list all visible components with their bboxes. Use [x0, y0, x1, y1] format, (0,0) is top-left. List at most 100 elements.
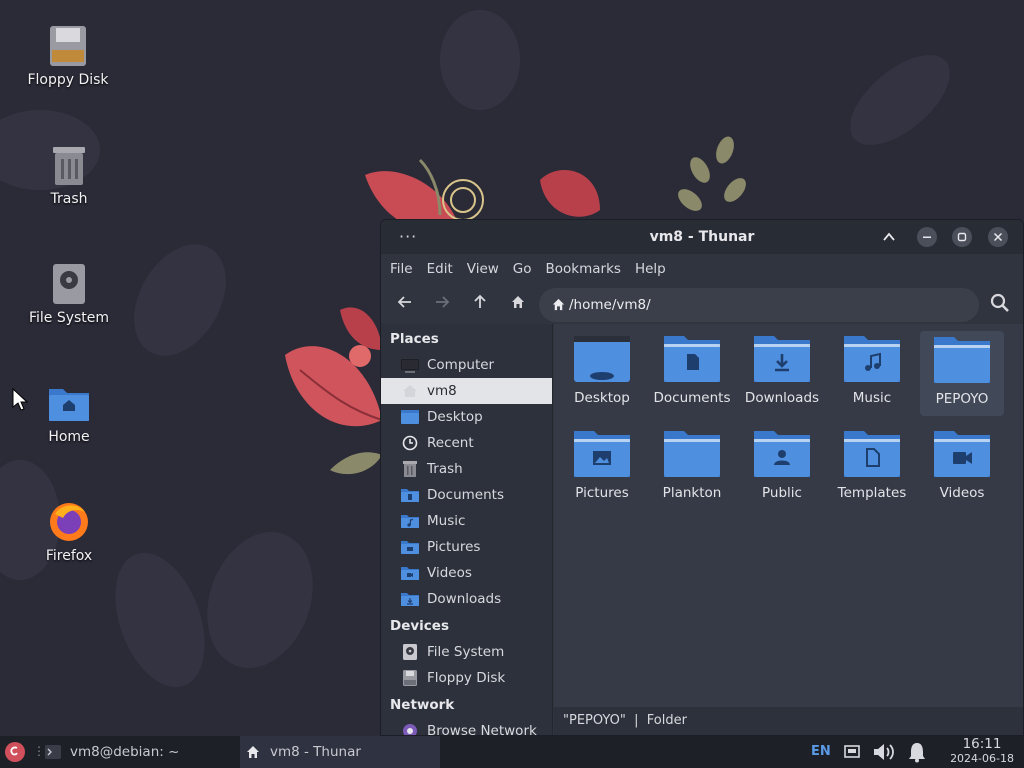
folder-documents[interactable]: Documents	[650, 324, 734, 416]
sidebar-item-label: Browse Network	[427, 723, 537, 736]
taskbar-item-label: vm8 - Thunar	[270, 744, 361, 760]
public-folder-icon	[753, 427, 811, 479]
sidebar-item-pictures[interactable]: Pictures	[381, 534, 552, 560]
forward-button[interactable]	[431, 294, 453, 316]
volume-control[interactable]	[872, 741, 898, 767]
desktop-icon-firefox[interactable]: Firefox	[19, 500, 119, 564]
desktop-icon-trash[interactable]: Trash	[19, 143, 119, 207]
sidebar-item-label: Trash	[427, 461, 463, 477]
file-label: Public	[762, 485, 802, 501]
sidebar-item-vm8[interactable]: vm8	[381, 378, 552, 404]
folder-desktop[interactable]: Desktop	[560, 324, 644, 416]
search-icon	[990, 293, 1009, 312]
documents-folder-icon	[663, 332, 721, 384]
folder-downloads[interactable]: Downloads	[740, 324, 824, 416]
desktop-icon-label: Floppy Disk	[27, 72, 109, 88]
folder-videos[interactable]: Videos	[920, 419, 1004, 511]
menu-view[interactable]: View	[467, 261, 499, 277]
parent-folder-button[interactable]	[469, 294, 491, 316]
network-indicator[interactable]	[843, 743, 861, 765]
maximize-icon	[957, 232, 967, 242]
status-bar: "PEPOYO" | Folder	[554, 707, 1023, 735]
home-icon	[512, 296, 524, 308]
menu-help[interactable]: Help	[635, 261, 666, 277]
mouse-cursor-icon	[12, 388, 28, 411]
arrow-right-icon	[436, 296, 450, 308]
sidebar-item-label: Recent	[427, 435, 474, 451]
clock[interactable]: 16:11 2024-06-18	[950, 737, 1014, 766]
menu-file[interactable]: File	[390, 261, 413, 277]
sidebar: Places Computer vm8 Desktop Recent Trash…	[381, 324, 553, 736]
bell-icon	[909, 743, 925, 763]
sidebar-item-videos[interactable]: Videos	[381, 560, 552, 586]
sidebar-item-floppy-disk[interactable]: Floppy Disk	[381, 665, 552, 691]
sidebar-item-label: Documents	[427, 487, 504, 503]
folder-icon	[933, 333, 991, 385]
sidebar-item-desktop[interactable]: Desktop	[381, 404, 552, 430]
minimize-button[interactable]	[917, 227, 937, 247]
home-button[interactable]	[507, 294, 529, 316]
folder-plankton[interactable]: Plankton	[650, 419, 734, 511]
terminal-icon	[45, 745, 61, 759]
taskbar-item-label: vm8@debian: ~	[70, 744, 180, 760]
downloads-folder-icon	[400, 590, 420, 608]
debian-menu-button[interactable]	[4, 741, 26, 767]
desktop-icon-file-system[interactable]: File System	[19, 262, 119, 326]
desktop-folder-icon	[573, 332, 631, 384]
sidebar-header-devices: Devices	[390, 618, 449, 634]
sidebar-item-recent[interactable]: Recent	[381, 430, 552, 456]
file-label: Pictures	[575, 485, 629, 501]
sidebar-item-label: Videos	[427, 565, 472, 581]
back-button[interactable]	[394, 294, 416, 316]
file-view[interactable]: Desktop Documents Downloads Music PEPOYO	[554, 324, 1023, 707]
sidebar-item-music[interactable]: Music	[381, 508, 552, 534]
sidebar-header-places: Places	[390, 331, 439, 347]
menu-go[interactable]: Go	[513, 261, 532, 277]
sidebar-item-browse-network[interactable]: Browse Network	[381, 718, 552, 736]
sidebar-item-label: vm8	[427, 383, 457, 399]
file-label: PEPOYO	[935, 391, 989, 407]
folder-pepoyo[interactable]: PEPOYO	[920, 331, 1004, 416]
sidebar-item-documents[interactable]: Documents	[381, 482, 552, 508]
sidebar-item-trash[interactable]: Trash	[381, 456, 552, 482]
keyboard-layout-indicator[interactable]: EN	[811, 744, 831, 759]
sidebar-item-downloads[interactable]: Downloads	[381, 586, 552, 612]
folder-templates[interactable]: Templates	[830, 419, 914, 511]
close-button[interactable]	[988, 227, 1008, 247]
clock-date: 2024-06-18	[950, 752, 1014, 765]
folder-icon	[663, 427, 721, 479]
downloads-folder-icon	[753, 332, 811, 384]
templates-folder-icon	[843, 427, 901, 479]
sidebar-item-label: File System	[427, 644, 505, 660]
arrow-up-icon	[474, 294, 486, 308]
file-label: Plankton	[662, 485, 722, 501]
home-icon	[400, 382, 420, 400]
trash-icon	[400, 460, 420, 478]
taskbar-item-thunar[interactable]: vm8 - Thunar	[240, 736, 440, 768]
search-button[interactable]	[989, 293, 1011, 315]
maximize-button[interactable]	[952, 227, 972, 247]
desktop-icon	[400, 408, 420, 426]
notifications-button[interactable]	[906, 741, 928, 767]
sidebar-item-label: Desktop	[427, 409, 483, 425]
sidebar-item-file-system[interactable]: File System	[381, 639, 552, 665]
menu-edit[interactable]: Edit	[427, 261, 453, 277]
thunar-window: ··· vm8 - Thunar File Edit View Go Bookm…	[380, 219, 1024, 736]
toolbar: /home/vm8/	[381, 284, 1023, 324]
taskbar-item-terminal[interactable]: vm8@debian: ~	[40, 736, 238, 768]
desktop-icon-floppy-disk[interactable]: Floppy Disk	[18, 24, 118, 88]
folder-pictures[interactable]: Pictures	[560, 419, 644, 511]
shade-button[interactable]	[879, 227, 899, 247]
window-titlebar[interactable]: ··· vm8 - Thunar	[381, 220, 1023, 254]
sidebar-item-label: Downloads	[427, 591, 502, 607]
pictures-folder-icon	[573, 427, 631, 479]
folder-music[interactable]: Music	[830, 324, 914, 416]
sidebar-item-label: Floppy Disk	[427, 670, 506, 686]
minimize-icon	[923, 236, 931, 238]
desktop-icon-home[interactable]: Home	[19, 381, 119, 445]
sidebar-item-computer[interactable]: Computer	[381, 352, 552, 378]
folder-public[interactable]: Public	[740, 419, 824, 511]
location-bar[interactable]: /home/vm8/	[539, 288, 979, 322]
menu-bookmarks[interactable]: Bookmarks	[546, 261, 621, 277]
videos-folder-icon	[400, 564, 420, 582]
